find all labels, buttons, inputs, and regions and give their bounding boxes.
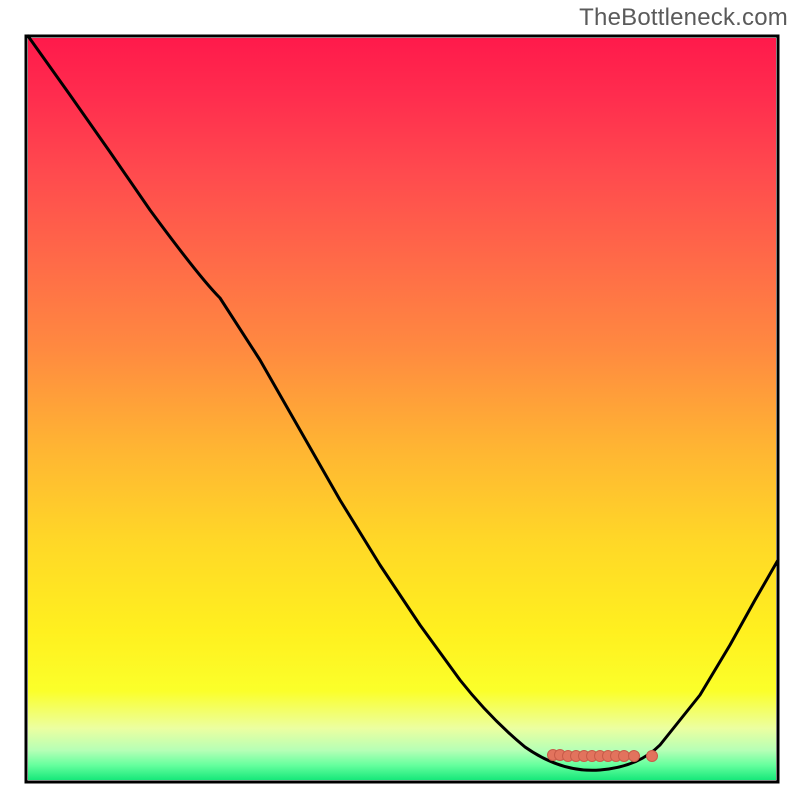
marker-dot [629,751,640,762]
gradient-background [28,38,776,780]
marker-dot [647,751,658,762]
bottleneck-chart [0,0,800,800]
marker-dot [619,751,630,762]
chart-container: { "watermark": "TheBottleneck.com", "col… [0,0,800,800]
